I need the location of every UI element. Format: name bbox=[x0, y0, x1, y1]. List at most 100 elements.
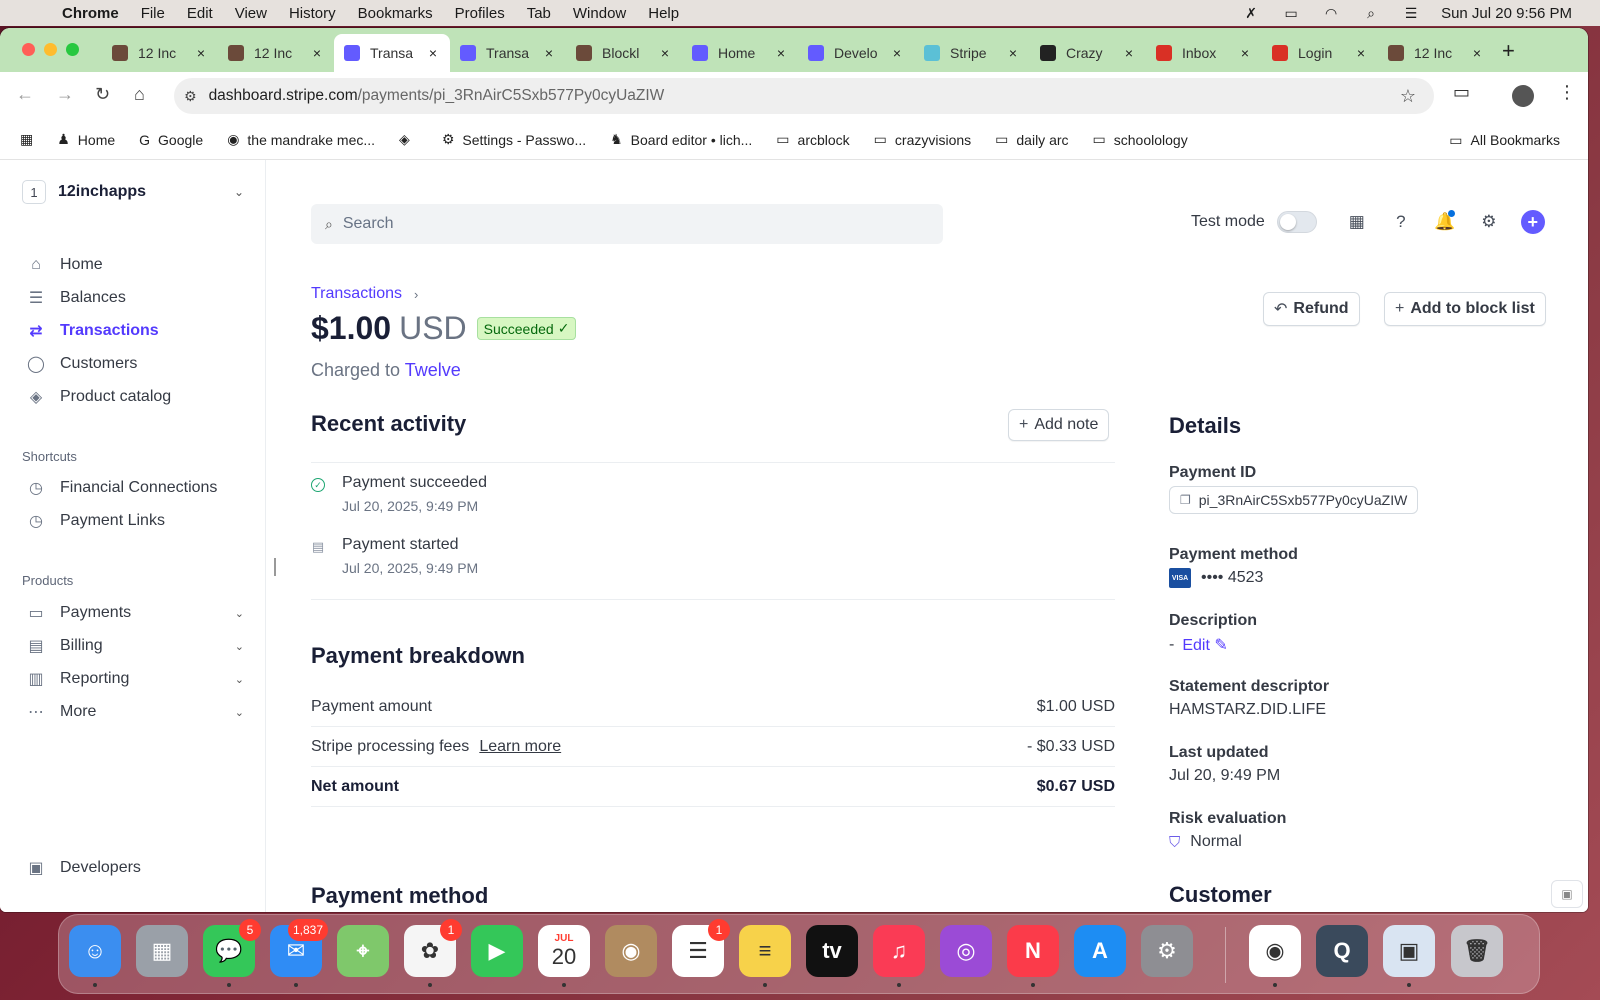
search-input[interactable]: ⌕ Search bbox=[311, 204, 943, 244]
close-tab-icon[interactable]: × bbox=[194, 45, 208, 61]
sidebar-item-home[interactable]: ⌂ Home bbox=[26, 255, 244, 275]
minimize-window-button[interactable] bbox=[44, 43, 57, 56]
forward-arrow-icon[interactable]: → bbox=[56, 84, 74, 105]
breadcrumb-transactions[interactable]: Transactions bbox=[311, 285, 402, 303]
bookmark-item[interactable]: ⚙ Settings - Passwo... bbox=[442, 131, 586, 148]
bookmark-item[interactable]: ♟ Home bbox=[57, 131, 115, 148]
close-tab-icon[interactable]: × bbox=[1470, 45, 1484, 61]
close-tab-icon[interactable]: × bbox=[890, 45, 904, 61]
messages-icon[interactable]: 💬 5 bbox=[203, 919, 261, 987]
back-arrow-icon[interactable]: ← bbox=[16, 84, 34, 105]
address-bar[interactable]: ⚙ dashboard.stripe.com /payments/pi_3RnA… bbox=[174, 78, 1434, 114]
reminders-icon[interactable]: ☰ 1 bbox=[672, 919, 730, 977]
close-tab-icon[interactable]: × bbox=[426, 45, 440, 61]
battery-icon[interactable]: ▭ bbox=[1281, 5, 1301, 21]
zoom-window-button[interactable] bbox=[66, 43, 79, 56]
close-tab-icon[interactable]: × bbox=[542, 45, 556, 61]
sidebar-item-balances[interactable]: ☰ Balances bbox=[26, 288, 244, 308]
wifi-icon[interactable]: ◠ bbox=[1321, 5, 1341, 21]
browser-tab[interactable]: Inbox × bbox=[1146, 34, 1262, 72]
menu-help[interactable]: Help bbox=[648, 5, 679, 22]
notes-icon[interactable]: ≡ bbox=[739, 925, 791, 987]
gear-icon[interactable]: ⚙ bbox=[1477, 210, 1501, 234]
cast-icon[interactable]: ▭ bbox=[1453, 82, 1470, 103]
menu-tab[interactable]: Tab bbox=[527, 5, 551, 22]
apps-grid-icon[interactable]: ▦ bbox=[20, 131, 33, 148]
sidebar-item-payments[interactable]: ▭ Payments ⌄ bbox=[26, 603, 244, 623]
bookmark-item[interactable]: ▭ crazyvisions bbox=[874, 131, 971, 148]
apps-icon[interactable]: ▦ bbox=[1345, 210, 1369, 234]
bookmark-item[interactable]: ◉ the mandrake mec... bbox=[227, 131, 375, 148]
account-switcher[interactable]: 1 12inchapps ⌄ bbox=[22, 180, 244, 204]
quicktime-icon[interactable]: Q bbox=[1316, 925, 1368, 977]
payment-id-copy-button[interactable]: ❐ pi_3RnAirC5Sxb577Py0cyUaZIW bbox=[1169, 486, 1419, 514]
appstore-icon[interactable]: A bbox=[1074, 925, 1126, 977]
photos-icon[interactable]: ✿ 1 bbox=[404, 919, 462, 987]
learn-more-link[interactable]: Learn more bbox=[479, 738, 561, 756]
menu-profiles[interactable]: Profiles bbox=[455, 5, 505, 22]
profile-avatar[interactable] bbox=[1512, 85, 1534, 107]
menubar-clock[interactable]: Sun Jul 20 9:56 PM bbox=[1441, 5, 1572, 22]
edit-description-link[interactable]: Edit ✎ bbox=[1182, 635, 1227, 655]
mail-icon[interactable]: ✉ 1,837 bbox=[270, 919, 328, 987]
launchpad-icon[interactable]: ▦ bbox=[136, 925, 188, 977]
close-tab-icon[interactable]: × bbox=[1006, 45, 1020, 61]
bluetooth-off-icon[interactable]: ✗ bbox=[1241, 5, 1261, 21]
terminal-shortcut-icon[interactable]: ▣ bbox=[1551, 880, 1583, 908]
sidebar-item-reporting[interactable]: ▥ Reporting ⌄ bbox=[26, 669, 244, 689]
sidebar-item-financial-connections[interactable]: ◷ Financial Connections bbox=[26, 478, 244, 498]
settings-icon[interactable]: ⚙ bbox=[1141, 925, 1193, 977]
sidebar-item-billing[interactable]: ▤ Billing ⌄ bbox=[26, 636, 244, 656]
menu-bookmarks[interactable]: Bookmarks bbox=[358, 5, 433, 22]
control-center-icon[interactable]: ☰ bbox=[1401, 5, 1421, 21]
browser-tab[interactable]: 12 Inc × bbox=[1378, 34, 1494, 72]
sidebar-item-payment-links[interactable]: ◷ Payment Links bbox=[26, 511, 244, 531]
site-info-icon[interactable]: ⚙ bbox=[184, 88, 197, 105]
close-tab-icon[interactable]: × bbox=[1354, 45, 1368, 61]
browser-tab[interactable]: Stripe × bbox=[914, 34, 1030, 72]
customer-link[interactable]: Twelve bbox=[405, 360, 461, 380]
close-tab-icon[interactable]: × bbox=[310, 45, 324, 61]
browser-tab[interactable]: Transa × bbox=[450, 34, 566, 72]
browser-tab[interactable]: Blockl × bbox=[566, 34, 682, 72]
browser-tab[interactable]: Develo × bbox=[798, 34, 914, 72]
close-tab-icon[interactable]: × bbox=[1238, 45, 1252, 61]
contacts-icon[interactable]: ◉ bbox=[605, 925, 657, 977]
close-window-button[interactable] bbox=[22, 43, 35, 56]
kebab-menu-icon[interactable]: ⋮ bbox=[1558, 82, 1576, 103]
menu-file[interactable]: File bbox=[141, 5, 165, 22]
sidebar-item-more[interactable]: ⋯ More ⌄ bbox=[26, 702, 244, 722]
reload-icon[interactable]: ↻ bbox=[95, 84, 110, 105]
music-icon[interactable]: ♫ bbox=[873, 925, 925, 987]
maps-icon[interactable]: ⌖ bbox=[337, 925, 389, 977]
bookmark-star-icon[interactable]: ☆ bbox=[1400, 86, 1416, 107]
browser-tab[interactable]: Login × bbox=[1262, 34, 1378, 72]
menu-edit[interactable]: Edit bbox=[187, 5, 213, 22]
browser-tab[interactable]: 12 Inc × bbox=[218, 34, 334, 72]
home-icon[interactable]: ⌂ bbox=[134, 84, 145, 105]
refund-button[interactable]: ↶ Refund bbox=[1263, 292, 1360, 326]
preview-icon[interactable]: ▣ bbox=[1383, 925, 1435, 987]
browser-tab[interactable]: Transa × bbox=[334, 34, 450, 72]
news-icon[interactable]: N bbox=[1007, 925, 1059, 987]
chrome-icon[interactable]: ◉ bbox=[1249, 925, 1301, 987]
sidebar-item-product-catalog[interactable]: ◈ Product catalog bbox=[26, 387, 244, 407]
bookmark-item[interactable]: ▭ daily arc bbox=[995, 131, 1068, 148]
add-note-button[interactable]: + Add note bbox=[1008, 409, 1110, 441]
spotlight-icon[interactable]: ⌕ bbox=[1361, 5, 1381, 21]
test-mode-toggle[interactable] bbox=[1276, 211, 1317, 233]
menu-history[interactable]: History bbox=[289, 5, 336, 22]
browser-tab[interactable]: 12 Inc × bbox=[102, 34, 218, 72]
finder-icon[interactable]: ☺ bbox=[69, 925, 121, 987]
bell-icon[interactable]: 🔔 bbox=[1433, 210, 1457, 234]
add-to-block-list-button[interactable]: + Add to block list bbox=[1384, 292, 1546, 326]
appletv-icon[interactable]: tv bbox=[806, 925, 858, 977]
bookmark-item[interactable]: ◈ bbox=[399, 131, 418, 148]
bookmark-item[interactable]: ▭ schoolology bbox=[1093, 131, 1188, 148]
sidebar-item-developers[interactable]: ▣ Developers bbox=[26, 858, 244, 878]
menu-window[interactable]: Window bbox=[573, 5, 626, 22]
all-bookmarks-button[interactable]: ▭ All Bookmarks bbox=[1449, 120, 1560, 160]
trash-icon[interactable]: 🗑 bbox=[1451, 925, 1503, 977]
podcasts-icon[interactable]: ◎ bbox=[940, 925, 992, 977]
help-icon[interactable]: ? bbox=[1389, 210, 1413, 234]
